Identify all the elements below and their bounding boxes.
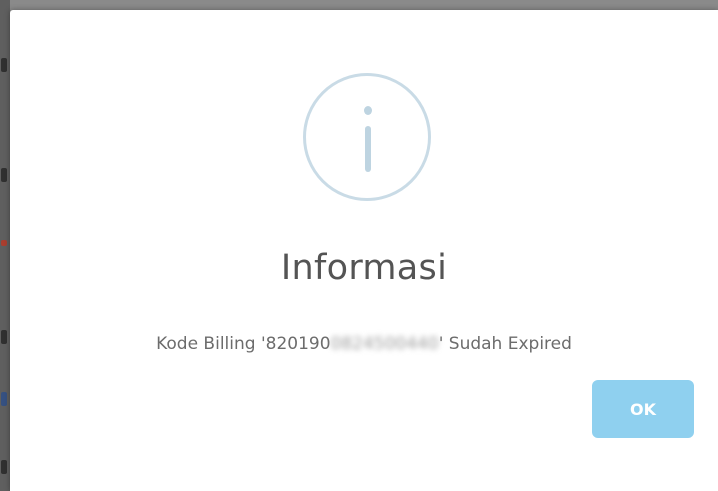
- dialog-title: Informasi: [280, 248, 448, 288]
- message-suffix: ' Sudah Expired: [438, 334, 572, 354]
- info-icon: [303, 73, 431, 201]
- background-fragment: [1, 392, 7, 406]
- background-fragment: [1, 460, 7, 474]
- info-icon-dot: [364, 106, 372, 115]
- ok-button[interactable]: OK: [592, 380, 694, 438]
- message-prefix: Kode Billing '820190: [156, 334, 331, 354]
- screen: Informasi Kode Billing '8201900824500440…: [0, 0, 718, 491]
- background-fragment: [1, 168, 7, 182]
- background-page-edge: [0, 0, 10, 491]
- background-fragment: [1, 330, 7, 344]
- dialog-message: Kode Billing '8201900824500440' Sudah Ex…: [10, 334, 718, 354]
- background-fragment: [1, 240, 7, 246]
- background-fragment: [1, 58, 7, 72]
- info-dialog: Informasi Kode Billing '8201900824500440…: [10, 10, 718, 491]
- info-icon-stem: [365, 126, 371, 172]
- message-masked-code: 0824500440: [330, 334, 439, 354]
